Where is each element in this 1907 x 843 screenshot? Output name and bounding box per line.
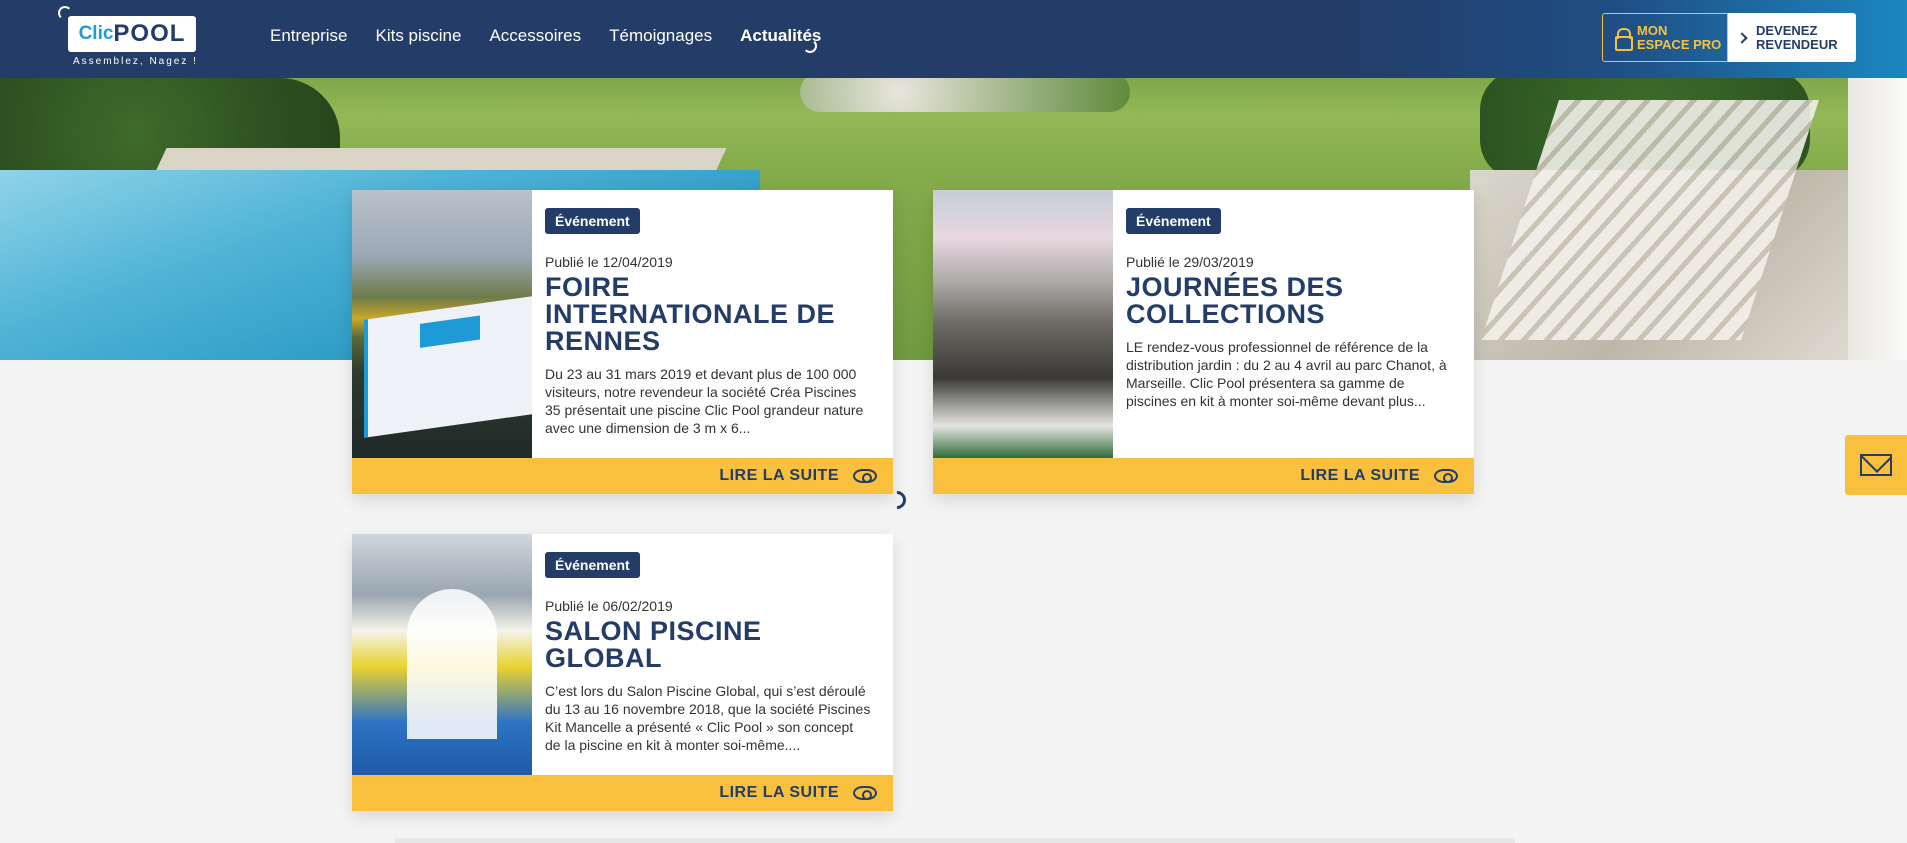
revendeur-line2: REVENDEUR <box>1756 36 1838 52</box>
devenez-revendeur-button[interactable]: DEVENEZ REVENDEUR <box>1728 13 1856 62</box>
read-more-label: LIRE LA SUITE <box>719 784 839 801</box>
category-badge: Événement <box>545 208 640 234</box>
site-header: Clic POOL Assemblez, Nagez ! Entreprise … <box>0 0 1907 78</box>
article-date: Publié le 06/02/2019 <box>545 598 673 614</box>
article-title[interactable]: JOURNÉES DES COLLECTIONS <box>1126 274 1452 328</box>
lock-icon <box>1615 27 1633 51</box>
nav-accessoires[interactable]: Accessoires <box>489 26 581 46</box>
article-date: Publié le 12/04/2019 <box>545 254 673 270</box>
logo-tagline: Assemblez, Nagez ! <box>73 56 198 67</box>
main-nav: Entreprise Kits piscine Accessoires Témo… <box>270 26 821 46</box>
nav-temoignages[interactable]: Témoignages <box>609 26 712 46</box>
logo-pool-text: POOL <box>113 20 186 47</box>
category-badge: Événement <box>545 552 640 578</box>
logo-clic-text: Clic <box>78 23 114 44</box>
eye-icon <box>853 786 877 800</box>
article-excerpt: LE rendez-vous professionnel de référenc… <box>1126 339 1447 409</box>
article-card: Événement Publié le 12/04/2019 FOIRE INT… <box>352 190 893 494</box>
chevron-right-icon <box>1736 31 1748 44</box>
read-more-button[interactable]: LIRE LA SUITE <box>352 458 893 494</box>
site-logo[interactable]: Clic POOL <box>68 16 196 52</box>
revendeur-line1: DEVENEZ <box>1756 22 1818 38</box>
category-badge: Événement <box>1126 208 1221 234</box>
contact-tab-button[interactable] <box>1845 435 1907 495</box>
article-excerpt: C’est lors du Salon Piscine Global, qui … <box>545 683 871 753</box>
article-card: Événement Publié le 29/03/2019 JOURNÉES … <box>933 190 1474 494</box>
article-image-banner <box>364 296 532 438</box>
espace-pro-label: MON ESPACE PRO <box>1637 22 1722 52</box>
article-card: Événement Publié le 06/02/2019 SALON PIS… <box>352 534 893 811</box>
article-body: Événement Publié le 12/04/2019 FOIRE INT… <box>545 190 871 437</box>
article-date: Publié le 29/03/2019 <box>1126 254 1254 270</box>
espace-pro-line2: ESPACE PRO <box>1637 36 1722 52</box>
hero-flowers <box>800 72 1130 112</box>
read-more-label: LIRE LA SUITE <box>1300 467 1420 484</box>
article-image-kiosk <box>407 589 497 739</box>
nav-entreprise[interactable]: Entreprise <box>270 26 347 46</box>
hero-pillar <box>1848 60 1907 360</box>
article-image[interactable] <box>352 534 532 776</box>
eye-icon <box>1434 469 1458 483</box>
espace-pro-line1: MON <box>1637 22 1668 38</box>
article-body: Événement Publié le 06/02/2019 SALON PIS… <box>545 534 871 754</box>
read-more-button[interactable]: LIRE LA SUITE <box>933 458 1474 494</box>
article-image[interactable] <box>933 190 1113 458</box>
devenez-revendeur-label: DEVENEZ REVENDEUR <box>1756 22 1838 52</box>
article-title[interactable]: SALON PISCINE GLOBAL <box>545 618 871 672</box>
espace-pro-button[interactable]: MON ESPACE PRO <box>1602 13 1728 62</box>
mail-icon <box>1860 454 1892 476</box>
article-excerpt: Du 23 au 31 mars 2019 et devant plus de … <box>545 366 864 436</box>
article-title[interactable]: FOIRE INTERNATIONALE DE RENNES <box>545 274 871 355</box>
read-more-label: LIRE LA SUITE <box>719 467 839 484</box>
nav-kits-piscine[interactable]: Kits piscine <box>375 26 461 46</box>
eye-icon <box>853 469 877 483</box>
article-body: Événement Publié le 29/03/2019 JOURNÉES … <box>1126 190 1452 410</box>
content-divider <box>395 838 1515 843</box>
read-more-button[interactable]: LIRE LA SUITE <box>352 775 893 811</box>
loading-spinner-icon <box>803 39 817 53</box>
article-image[interactable] <box>352 190 532 458</box>
